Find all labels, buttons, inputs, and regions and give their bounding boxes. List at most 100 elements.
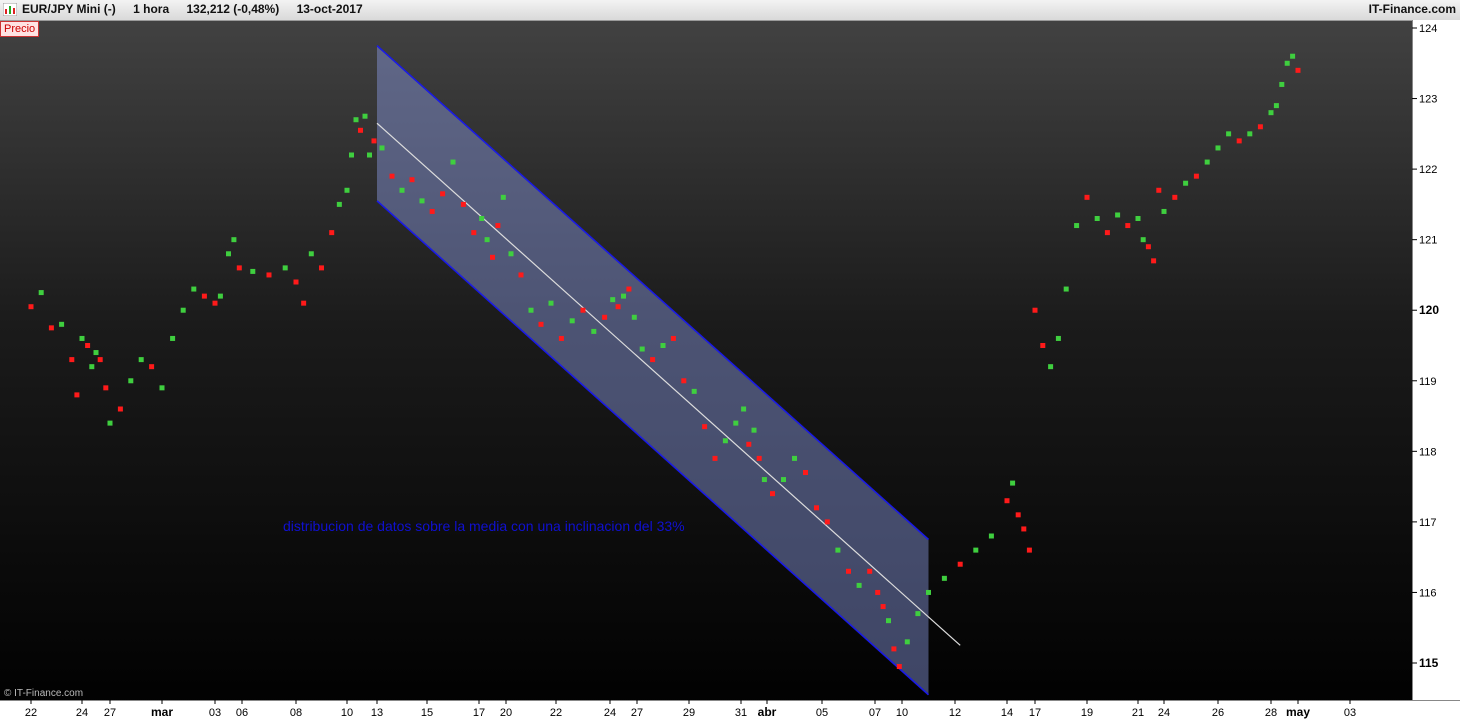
price-chart[interactable]: 124123122121120119118117116115 22 24 27 mar… — [0, 0, 1460, 720]
price-point — [1193, 173, 1199, 179]
regression-channel — [376, 45, 961, 696]
price-point — [282, 265, 288, 271]
price-point — [1204, 159, 1210, 165]
x-tick-label: 22 — [25, 707, 37, 719]
x-tick-label: abr — [758, 705, 777, 719]
price-point — [1115, 212, 1121, 218]
price-point — [93, 350, 99, 356]
price-point — [639, 346, 645, 352]
price-point — [615, 304, 621, 310]
price-point — [1040, 343, 1046, 348]
price-point — [1172, 194, 1178, 200]
x-tick-label: 12 — [949, 707, 961, 719]
price-point — [1135, 216, 1141, 221]
price-point — [1279, 81, 1285, 87]
price-point — [1055, 335, 1061, 341]
price-point — [722, 438, 728, 444]
channel-lower-line[interactable] — [376, 200, 930, 696]
price-point — [138, 357, 144, 363]
x-tick-label: 27 — [104, 707, 116, 719]
price-point — [236, 265, 242, 271]
price-point — [538, 321, 544, 327]
price-point — [1284, 60, 1290, 66]
price-point — [479, 216, 485, 221]
price-point — [471, 230, 477, 236]
x-tick-label: 24 — [1158, 707, 1170, 719]
price-point — [74, 392, 80, 398]
price-point — [528, 307, 534, 313]
channel-mid-line[interactable] — [376, 122, 961, 646]
price-point — [712, 455, 718, 461]
price-point — [308, 251, 314, 257]
x-tick-label: mar — [151, 705, 173, 719]
y-tick-label: 122 — [1419, 164, 1437, 176]
price-point — [957, 561, 963, 567]
price-point — [1257, 124, 1263, 130]
price-point — [602, 314, 608, 320]
price-point — [631, 314, 637, 320]
price-point — [1236, 138, 1242, 144]
price-point — [580, 307, 586, 313]
price-point — [803, 470, 808, 475]
price-point — [1074, 223, 1080, 229]
channel-annotation: distribucion de datos sobre la media con… — [283, 518, 685, 534]
x-tick-label: 27 — [631, 707, 643, 719]
price-point — [149, 364, 155, 370]
price-point — [440, 191, 446, 197]
price-point — [1084, 194, 1090, 200]
price-point — [250, 268, 256, 274]
price-point — [353, 117, 359, 123]
price-point — [217, 293, 223, 299]
price-point — [371, 138, 377, 144]
price-point — [691, 388, 697, 394]
y-tick-label: 118 — [1419, 446, 1437, 458]
price-point — [97, 357, 103, 363]
x-tick-label: 03 — [1344, 707, 1356, 719]
price-point — [336, 201, 342, 207]
price-point — [38, 290, 44, 296]
price-point — [733, 420, 739, 426]
price-point — [591, 328, 597, 334]
price-point — [814, 505, 819, 511]
price-point — [495, 223, 501, 229]
price-point — [170, 335, 176, 341]
price-point — [781, 477, 786, 483]
price-point — [508, 251, 514, 257]
price-point — [681, 378, 687, 384]
price-point — [59, 321, 65, 327]
price-point — [226, 251, 231, 257]
price-point — [558, 335, 564, 341]
x-tick-label: may — [1286, 705, 1310, 719]
copyright-label: © IT-Finance.com — [4, 688, 84, 699]
price-point — [569, 318, 575, 324]
price-point — [846, 568, 851, 574]
price-point — [450, 159, 456, 165]
x-tick-label: 14 — [1001, 707, 1013, 719]
price-point — [389, 173, 395, 179]
channel-upper-line[interactable] — [376, 45, 930, 541]
price-point — [266, 272, 272, 278]
price-point — [1063, 286, 1069, 292]
price-point — [367, 152, 372, 158]
x-tick-label: 13 — [371, 707, 383, 719]
price-point — [1215, 145, 1221, 151]
x-tick-label: 24 — [604, 707, 616, 719]
x-tick-label: 10 — [896, 707, 908, 719]
x-tick-label: 03 — [209, 707, 221, 719]
price-point — [650, 357, 656, 363]
y-tick-label: 115 — [1419, 656, 1439, 670]
price-point — [702, 424, 708, 430]
price-axis-labels: 124 123 122 121 120 119 118 117 116 115 — [1412, 23, 1439, 670]
price-point — [973, 547, 979, 553]
x-tick-label: 26 — [1212, 707, 1224, 719]
price-point — [1295, 67, 1301, 73]
price-point — [1021, 526, 1027, 532]
price-point — [867, 568, 873, 574]
x-tick-label: 06 — [236, 707, 248, 719]
price-point — [891, 646, 897, 652]
x-tick-label: 24 — [76, 707, 88, 719]
price-point — [1032, 307, 1038, 313]
price-point — [626, 286, 632, 292]
x-tick-label: 17 — [1029, 707, 1041, 719]
x-tick-label: 31 — [735, 707, 747, 719]
